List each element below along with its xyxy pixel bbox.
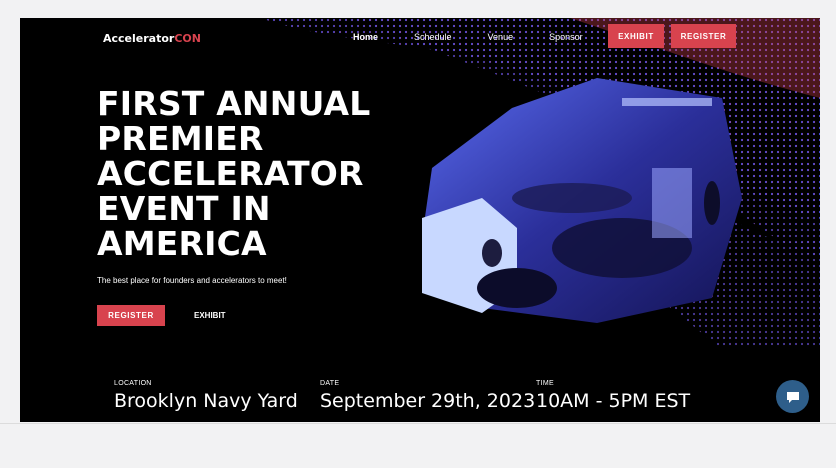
hero-register-button[interactable]: REGISTER bbox=[97, 305, 165, 326]
brand-accent: CON bbox=[174, 32, 201, 45]
nav-venue[interactable]: Venue bbox=[488, 32, 514, 42]
chat-bubble-icon bbox=[786, 391, 799, 403]
headline-line: FIRST ANNUAL bbox=[97, 84, 371, 123]
main-nav: Home Schedule Venue Sponsor bbox=[353, 32, 619, 42]
nav-sponsor[interactable]: Sponsor bbox=[549, 32, 583, 42]
brand-name: Accelerator bbox=[103, 32, 175, 45]
date-label: DATE bbox=[320, 380, 340, 387]
headline-line: AMERICA bbox=[97, 224, 267, 263]
hero-section: AcceleratorCON Home Schedule Venue Spons… bbox=[20, 18, 820, 422]
nav-exhibit-button[interactable]: EXHIBIT bbox=[608, 24, 664, 48]
headline-line: PREMIER bbox=[97, 119, 264, 158]
brand-logo[interactable]: AcceleratorCON bbox=[103, 32, 201, 45]
hero-headline: FIRST ANNUAL PREMIER ACCELERATOR EVENT I… bbox=[97, 86, 437, 261]
event-photo-collage bbox=[422, 78, 742, 323]
page-footer-area bbox=[0, 423, 836, 468]
chat-button[interactable] bbox=[776, 380, 809, 413]
hero-tagline: The best place for founders and accelera… bbox=[97, 276, 287, 285]
headline-line: EVENT IN bbox=[97, 189, 271, 228]
nav-schedule[interactable]: Schedule bbox=[414, 32, 452, 42]
nav-register-button[interactable]: REGISTER bbox=[671, 24, 736, 48]
time-value: 10AM - 5PM EST bbox=[536, 390, 691, 412]
time-label: TIME bbox=[536, 380, 554, 387]
location-label: LOCATION bbox=[114, 380, 152, 387]
date-value: September 29th, 2023 bbox=[320, 390, 536, 412]
headline-line: ACCELERATOR bbox=[97, 154, 364, 193]
location-value: Brooklyn Navy Yard bbox=[114, 390, 298, 412]
nav-home[interactable]: Home bbox=[353, 32, 378, 42]
hero-exhibit-link[interactable]: EXHIBIT bbox=[194, 311, 226, 320]
